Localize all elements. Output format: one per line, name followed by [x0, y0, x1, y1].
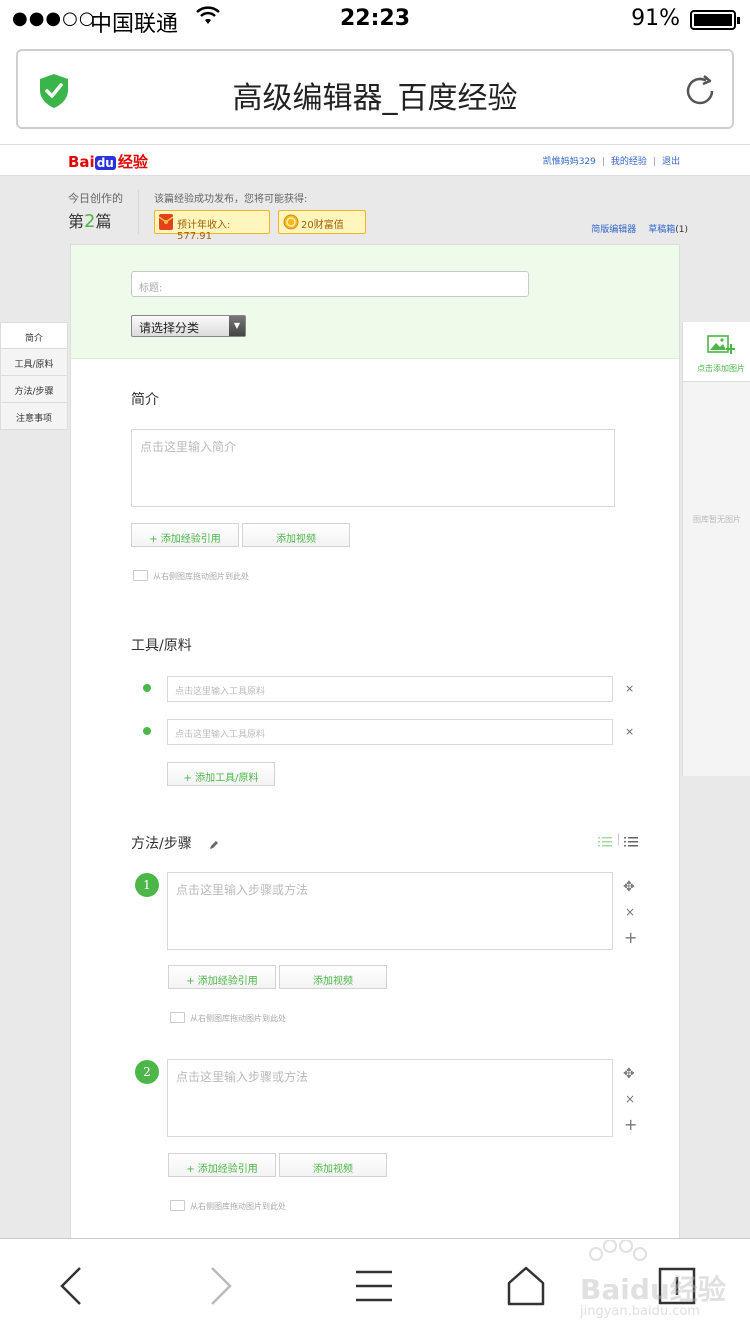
image-library-panel: 点击添加图片 图库暂无图片 — [682, 322, 750, 776]
drafts-link[interactable]: 草稿箱(1) — [648, 225, 688, 235]
bullet-dot — [143, 684, 151, 692]
today-count: 第2篇 — [68, 211, 112, 232]
divider — [138, 190, 139, 234]
step-2-add-reference-button[interactable]: + 添加经验引用 — [168, 1153, 276, 1177]
simple-editor-link[interactable]: 简版编辑器 — [591, 225, 636, 235]
add-step-icon[interactable]: + — [624, 928, 637, 947]
category-select[interactable]: 请选择分类 ▼ — [131, 315, 246, 337]
intro-add-video-button[interactable]: 添加视频 — [242, 523, 350, 547]
step-2-drag-hint: 从右侧图库拖动图片到此处 — [170, 1200, 286, 1212]
step-number-1: 1 — [135, 873, 159, 897]
step-number-2: 2 — [135, 1060, 159, 1084]
steps-heading: 方法/步骤 — [131, 836, 192, 852]
remove-step-icon[interactable]: × — [625, 1092, 635, 1106]
address-bar[interactable]: 高级编辑器_百度经验 — [16, 49, 734, 129]
remove-tool-icon[interactable]: × — [625, 682, 634, 695]
divider — [618, 833, 619, 845]
empty-library-note: 图库暂无图片 — [693, 515, 741, 524]
add-step-icon[interactable]: + — [624, 1115, 637, 1134]
step-2-add-video-button[interactable]: 添加视频 — [279, 1153, 387, 1177]
watermark-url: jingyan.baidu.com — [580, 1304, 700, 1319]
step-1-textarea[interactable]: 点击这里输入步骤或方法 — [167, 872, 613, 950]
title-area: 标题: 请选择分类 ▼ — [71, 245, 679, 359]
move-step-icon[interactable]: ✥ — [623, 879, 635, 895]
red-envelope-icon — [158, 214, 174, 230]
baidu-jingyan-watermark: Baidu经验 jingyan.baidu.com — [580, 1240, 740, 1330]
intro-heading: 简介 — [131, 392, 159, 408]
battery-percent: 91% — [631, 6, 680, 31]
add-tool-button[interactable]: + 添加工具/原料 — [167, 762, 275, 786]
tool-input-1[interactable]: 点击这里输入工具原料 — [167, 676, 613, 702]
nav-item-steps[interactable]: 方法/步骤 — [0, 376, 68, 403]
menu-icon[interactable] — [354, 1265, 394, 1311]
watermark-brand: Baidu经验 — [580, 1273, 726, 1306]
tool-input-2[interactable]: 点击这里输入工具原料 — [167, 719, 613, 745]
edit-heading-icon[interactable] — [209, 835, 219, 854]
my-experience-link[interactable]: 我的经验 — [611, 157, 647, 167]
remove-step-icon[interactable]: × — [625, 905, 635, 919]
image-icon — [133, 570, 148, 581]
today-label: 今日创作的 — [68, 192, 123, 205]
add-image-label: 点击添加图片 — [697, 364, 745, 373]
reload-icon[interactable] — [682, 73, 718, 109]
back-icon[interactable] — [56, 1265, 86, 1311]
income-badge: 预计年收入: 577.91 — [154, 210, 270, 242]
username-link[interactable]: 凯惟妈妈329 — [543, 157, 596, 167]
intro-add-reference-button[interactable]: + 添加经验引用 — [131, 523, 239, 547]
image-icon — [170, 1012, 185, 1023]
step-1-add-reference-button[interactable]: + 添加经验引用 — [168, 965, 276, 989]
logout-link[interactable]: 退出 — [662, 157, 680, 167]
user-links: 凯惟妈妈329 | 我的经验 | 退出 — [542, 157, 680, 167]
step-2-textarea[interactable]: 点击这里输入步骤或方法 — [167, 1059, 613, 1137]
site-header: Bai du 经验 凯惟妈妈329 | 我的经验 | 退出 — [0, 144, 750, 176]
add-image-button[interactable]: 点击添加图片 — [683, 322, 750, 382]
nav-item-tools[interactable]: 工具/原料 — [0, 349, 68, 376]
step-1-add-video-button[interactable]: 添加视频 — [279, 965, 387, 989]
publish-note: 该篇经验成功发布，您将可能获得: — [154, 194, 308, 205]
tools-heading: 工具/原料 — [131, 638, 192, 654]
chevron-down-icon: ▼ — [229, 316, 245, 336]
intro-drag-hint: 从右侧图库拖动图片到此处 — [133, 570, 249, 582]
browser-chrome: 高级编辑器_百度经验 — [0, 40, 750, 144]
nav-item-notes[interactable]: 注意事项 — [0, 403, 68, 430]
section-nav: 简介 工具/原料 方法/步骤 注意事项 — [0, 322, 68, 430]
home-icon[interactable] — [506, 1265, 546, 1311]
image-icon — [170, 1200, 185, 1211]
remove-tool-icon[interactable]: × — [625, 725, 634, 738]
editor-card: 标题: 请选择分类 ▼ 简介 点击这里输入简介 + 添加经验引用 添加视频 从右… — [70, 244, 680, 1244]
step-1-drag-hint: 从右侧图库拖动图片到此处 — [170, 1012, 286, 1024]
forward-icon[interactable] — [206, 1265, 236, 1311]
status-bar: ●●●○○ 中国联通 22:23 91% — [0, 0, 750, 40]
title-input[interactable]: 标题: — [131, 271, 529, 297]
bulleted-list-icon[interactable] — [624, 833, 638, 852]
wealth-badge: 20财富值 — [278, 210, 366, 234]
move-step-icon[interactable]: ✥ — [623, 1066, 635, 1082]
page-title: 高级编辑器_百度经验 — [232, 81, 518, 116]
numbered-list-icon[interactable] — [598, 833, 612, 852]
bullet-dot — [143, 727, 151, 735]
creation-stats: 今日创作的 第2篇 该篇经验成功发布，您将可能获得: 预计年收入: 577.91… — [68, 190, 688, 242]
add-image-icon — [705, 334, 735, 356]
nav-item-intro[interactable]: 简介 — [0, 322, 68, 349]
intro-textarea[interactable]: 点击这里输入简介 — [131, 429, 615, 507]
editor-links: 简版编辑器 草稿箱(1) — [591, 222, 688, 235]
coin-icon — [283, 214, 299, 230]
baidu-jingyan-logo[interactable]: Bai du 经验 — [68, 151, 148, 172]
battery-icon — [690, 10, 740, 30]
